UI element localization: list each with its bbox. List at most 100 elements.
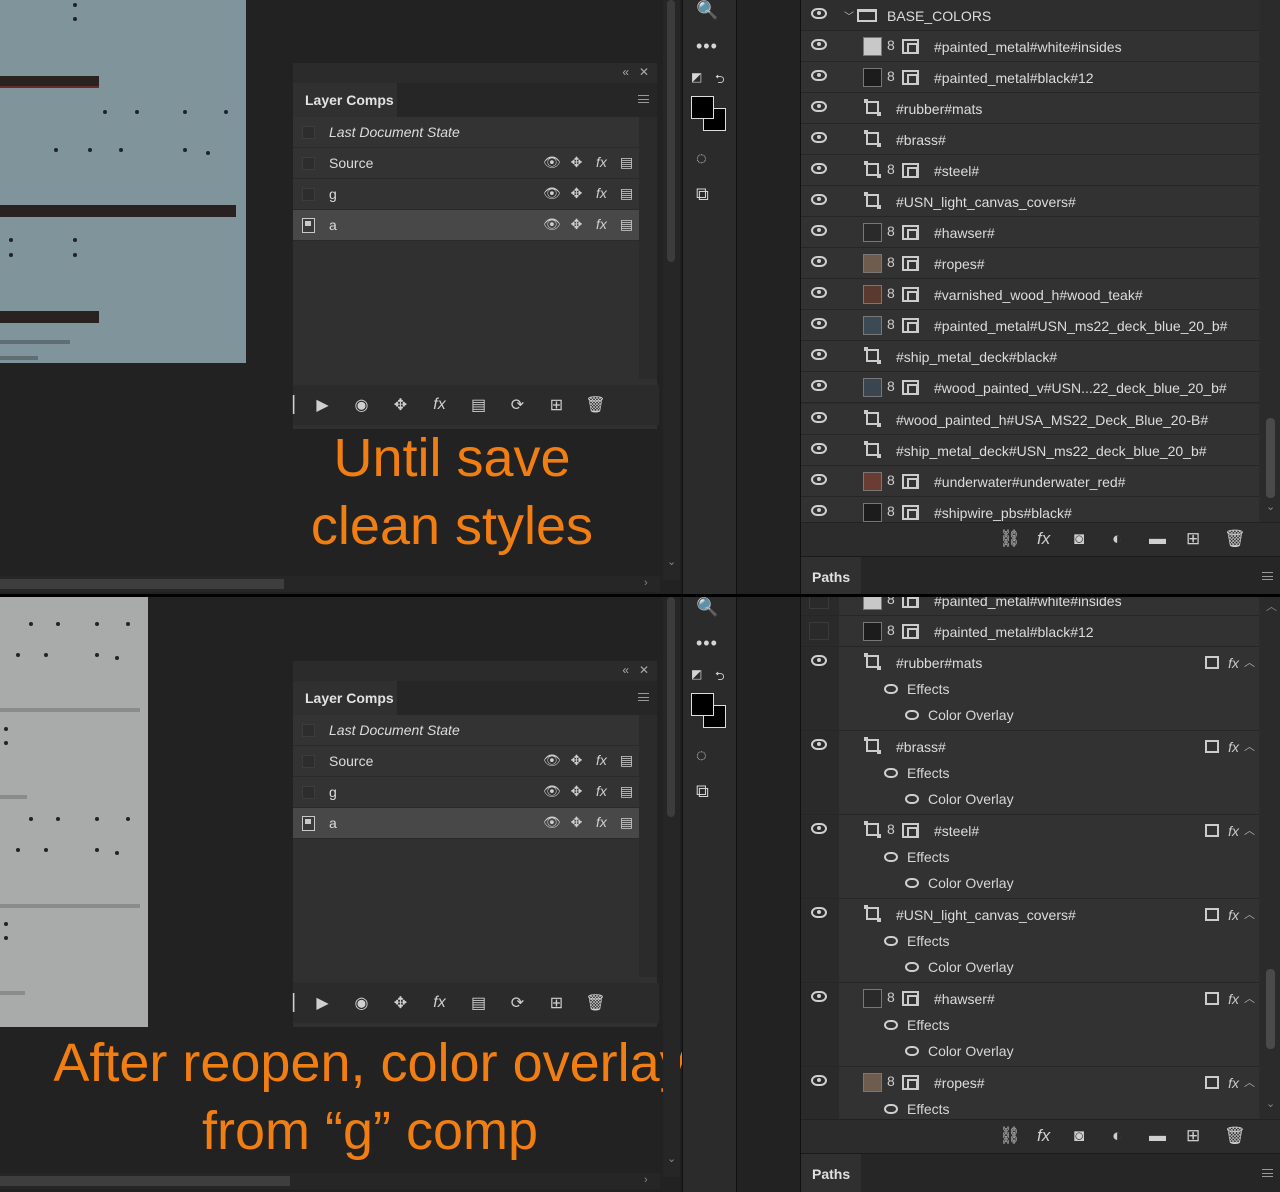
close-icon[interactable]: ✕ (639, 65, 649, 79)
comp-row-g[interactable]: g 👁 ✥ fx ▤ (293, 179, 639, 210)
trash-icon[interactable]: 🗑 (1224, 529, 1246, 549)
position-apply-icon[interactable]: ✥ (381, 395, 420, 415)
eye-icon[interactable] (905, 962, 919, 972)
appearance-icon[interactable]: ▤ (618, 752, 635, 769)
layer-row[interactable]: #wood_painted_h#USA_MS22_Deck_Blue_20-B# (801, 404, 1259, 435)
refresh-icon[interactable]: ⟳ (498, 993, 537, 1013)
link-icon[interactable]: 8 (887, 285, 895, 301)
eye-icon[interactable] (905, 794, 919, 804)
eye-icon[interactable]: 👁 (543, 783, 561, 800)
layer-row[interactable]: 8 #hawser# (801, 217, 1259, 248)
trash-icon[interactable]: 🗑 (576, 395, 615, 415)
fx-apply-icon[interactable]: fx (420, 396, 459, 414)
play-icon[interactable]: ▶ (303, 993, 342, 1013)
layer-row-with-effects[interactable]: #USN_light_canvas_covers# fx ︿ Effects C… (801, 899, 1259, 983)
eye-icon[interactable]: 👁 (543, 814, 561, 831)
visibility-slot[interactable] (809, 622, 829, 640)
link-icon[interactable]: 8 (887, 37, 895, 53)
canvas-hscroll[interactable]: › (0, 576, 660, 592)
eye-icon[interactable] (905, 710, 919, 720)
layer-row[interactable]: 8 #steel# (801, 155, 1259, 186)
panel-menu-icon[interactable] (638, 95, 649, 103)
layer-row[interactable]: #rubber#mats (801, 93, 1259, 124)
chevron-up-icon[interactable]: ︿ (1244, 990, 1255, 1006)
collapse-icon[interactable]: « (622, 65, 629, 79)
link-icon[interactable]: 8 (887, 254, 895, 270)
active-comp-icon[interactable] (302, 816, 315, 831)
eye-icon[interactable] (811, 739, 827, 750)
comp-checkbox[interactable] (302, 755, 315, 768)
eye-icon[interactable]: 👁 (543, 185, 561, 202)
layer-row[interactable]: #ship_metal_deck#black# (801, 341, 1259, 372)
eye-icon[interactable] (905, 1046, 919, 1056)
visibility-apply-icon[interactable]: ◉ (342, 395, 381, 415)
move-icon[interactable]: ✥ (568, 216, 585, 233)
chevron-up-icon[interactable]: ︿ (1244, 822, 1255, 838)
document-canvas[interactable] (0, 0, 246, 363)
canvas-area[interactable]: « ✕ Layer Comps Last Document State Sour… (0, 597, 687, 1192)
link-layers-icon[interactable]: ⛓ (999, 529, 1021, 549)
eye-icon[interactable] (811, 287, 827, 298)
link-icon[interactable]: 8 (887, 316, 895, 332)
layer-row-group[interactable]: ﹀ BASE_COLORS (801, 0, 1259, 31)
comp-row-g[interactable]: g 👁 ✥ fx ▤ (293, 777, 639, 808)
comps-scrollbar[interactable] (639, 715, 657, 977)
new-layer-icon[interactable]: ⊞ (1186, 529, 1200, 549)
comp-row-last-document-state[interactable]: Last Document State (293, 715, 639, 746)
prev-icon[interactable]: ▏ (293, 395, 305, 415)
layer-row-with-effects[interactable]: 8 #steel# fx ︿ Effects Color Overlay (801, 815, 1259, 899)
visibility-apply-icon[interactable]: ◉ (342, 993, 381, 1013)
link-icon[interactable]: 8 (887, 989, 895, 1005)
layer-row[interactable]: 8 #painted_metal#white#insides (801, 31, 1259, 62)
layer-row[interactable]: 8 #underwater#underwater_red# (801, 466, 1259, 497)
layer-row[interactable]: #brass# (801, 124, 1259, 155)
more-tools-icon[interactable]: ••• (696, 36, 718, 57)
comp-row-source[interactable]: Source 👁 ✥ fx ▤ (293, 148, 639, 179)
link-icon[interactable]: 8 (887, 161, 895, 177)
fx-icon[interactable]: fx (1037, 1126, 1050, 1146)
tab-paths[interactable]: Paths (801, 557, 861, 596)
new-comp-icon[interactable]: ⊞ (537, 395, 576, 415)
appearance-icon[interactable]: ▤ (618, 154, 635, 171)
tab-layer-comps[interactable]: Layer Comps (293, 83, 397, 117)
appearance-icon[interactable]: ▤ (618, 783, 635, 800)
eye-icon[interactable]: 👁 (543, 752, 561, 769)
folder-icon[interactable]: ▬ (1149, 1126, 1166, 1146)
new-comp-icon[interactable]: ⊞ (537, 993, 576, 1013)
appearance-apply-icon[interactable]: ▤ (459, 395, 498, 415)
default-colors-icon[interactable]: ◩ (691, 667, 702, 681)
chevron-up-icon[interactable]: ︿ (1244, 1074, 1255, 1090)
eye-icon[interactable]: 👁 (543, 154, 561, 171)
link-icon[interactable]: 8 (887, 68, 895, 84)
layer-row[interactable]: 8 #painted_metal#USN_ms22_deck_blue_20_b… (801, 310, 1259, 341)
chevron-up-icon[interactable]: ︿ (1244, 654, 1255, 670)
fx-icon[interactable]: fx (1228, 1075, 1239, 1091)
layers-scrollbar[interactable]: ︿ ⌄ (1261, 597, 1280, 1119)
eye-icon[interactable] (811, 349, 827, 360)
layer-row[interactable]: 8 #shipwire_pbs#black# (801, 497, 1259, 522)
eye-icon[interactable] (811, 443, 827, 454)
collapse-icon[interactable]: « (622, 663, 629, 677)
eye-icon[interactable] (811, 225, 827, 236)
eye-icon[interactable] (811, 380, 827, 391)
eye-icon[interactable] (884, 684, 898, 694)
new-layer-icon[interactable]: ⊞ (1186, 1126, 1200, 1146)
fx-icon[interactable]: fx (593, 216, 610, 233)
screen-mode-icon[interactable]: ⧉ (696, 781, 709, 802)
comps-scrollbar[interactable] (639, 117, 657, 379)
folder-icon[interactable]: ▬ (1149, 529, 1166, 549)
move-icon[interactable]: ✥ (568, 814, 585, 831)
layer-row[interactable]: 8 #painted_metal#black#12 (801, 62, 1259, 93)
layer-row[interactable]: 8 #wood_painted_v#USN...22_deck_blue_20_… (801, 372, 1259, 403)
canvas-area[interactable]: « ✕ Layer Comps Last Document State Sour… (0, 0, 680, 596)
eye-icon[interactable] (884, 852, 898, 862)
tab-layer-comps[interactable]: Layer Comps (293, 681, 397, 715)
layer-row[interactable]: #ship_metal_deck#USN_ms22_deck_blue_20_b… (801, 435, 1259, 466)
foreground-color[interactable] (691, 693, 714, 716)
appearance-icon[interactable]: ▤ (618, 814, 635, 831)
swap-colors-icon[interactable]: ⮌ (715, 70, 725, 91)
fx-icon[interactable]: fx (593, 783, 610, 800)
eye-icon[interactable]: 👁 (543, 216, 561, 233)
layer-row-with-effects[interactable]: 8 #ropes# fx ︿ Effects (801, 1067, 1259, 1119)
more-tools-icon[interactable]: ••• (696, 633, 718, 654)
